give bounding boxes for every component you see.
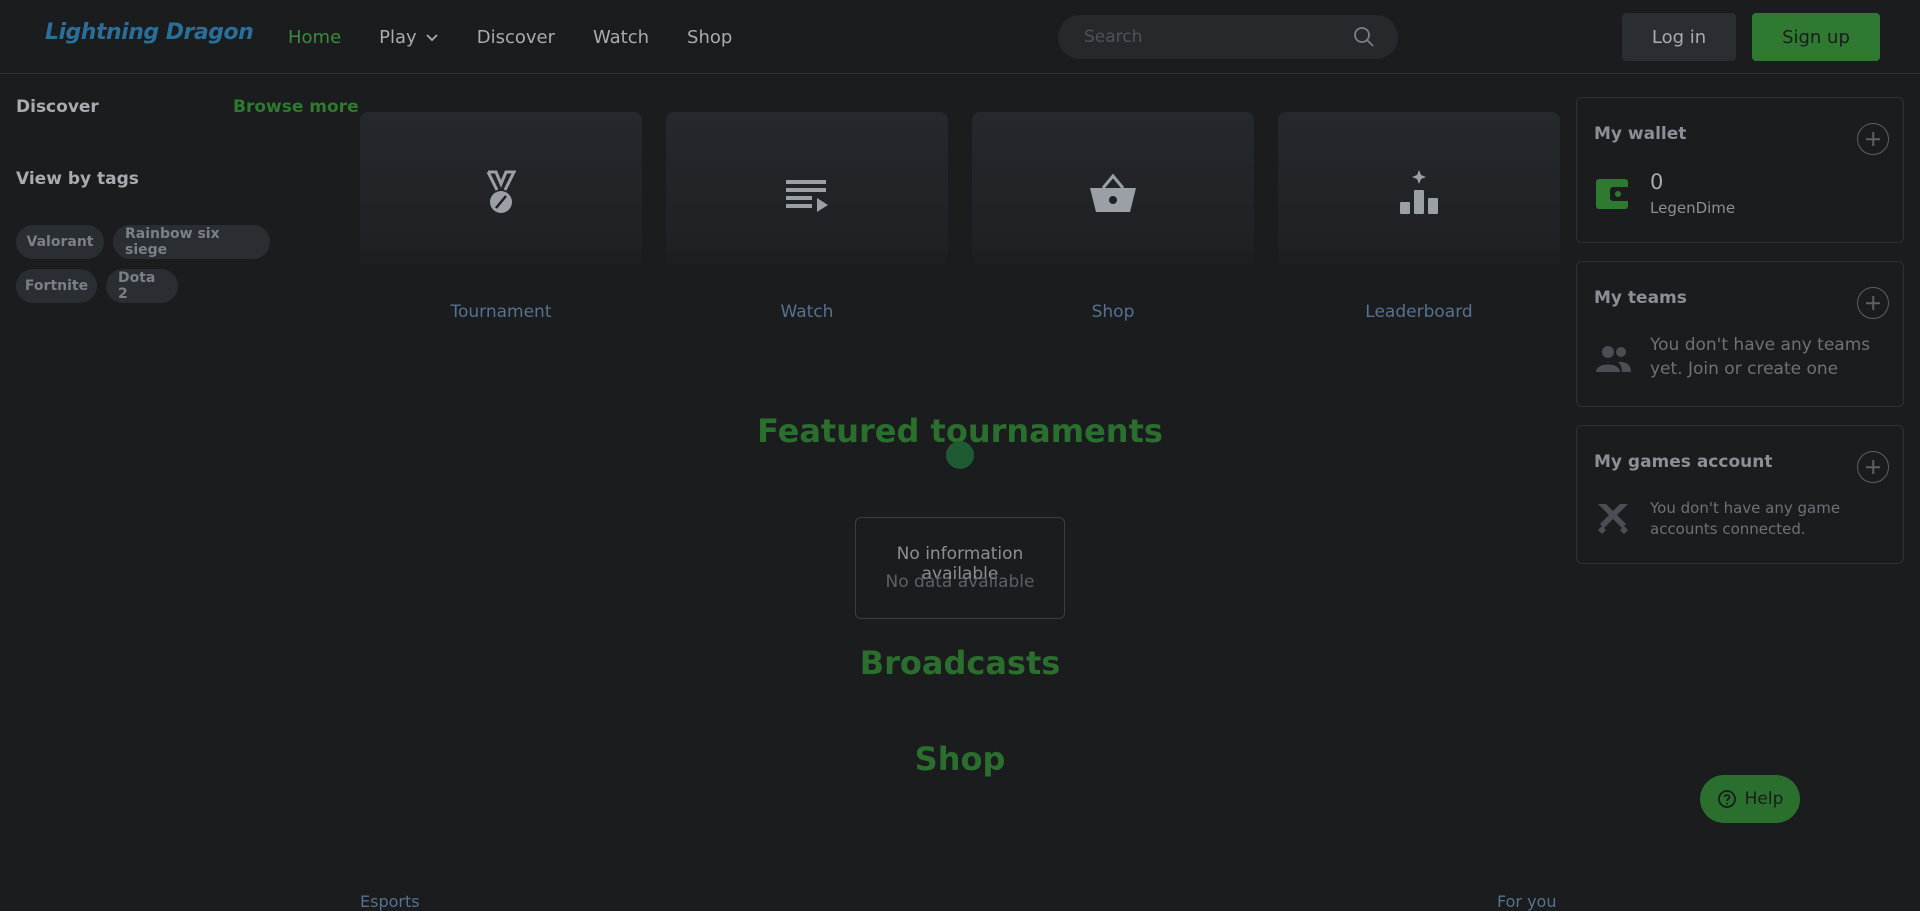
people-icon — [1596, 346, 1631, 372]
tag-rainbow-six-siege[interactable]: Rainbow six siege — [113, 225, 270, 259]
wallet-title: My wallet — [1594, 124, 1687, 144]
games-account-panel: My games account You don't have any game… — [1576, 425, 1904, 564]
chevron-down-icon — [426, 34, 438, 42]
nav-shop-label: Shop — [687, 26, 733, 48]
shop-section-title: Shop — [914, 740, 1006, 778]
tile-shop-label: Shop — [1091, 302, 1135, 322]
question-circle-icon — [1717, 790, 1736, 808]
no-data-box: No information available No data availab… — [855, 517, 1065, 619]
tag-dota-2[interactable]: Dota 2 — [106, 269, 178, 303]
wallet-icon — [1596, 179, 1630, 209]
sidebar-discover-title: Discover — [16, 97, 99, 117]
search-bar — [1058, 15, 1398, 59]
games-account-title: My games account — [1594, 452, 1773, 472]
nav-watch[interactable]: Watch — [593, 27, 649, 48]
tag-fortnite[interactable]: Fortnite — [16, 269, 97, 303]
nav-home-label: Home — [288, 26, 342, 48]
footer-esports: Esports — [360, 892, 420, 911]
basket-icon — [1090, 173, 1136, 212]
crossed-swords-icon — [1598, 504, 1628, 534]
tile-watch[interactable]: Watch — [666, 112, 948, 327]
tile-shop[interactable]: Shop — [972, 112, 1254, 327]
tile-leaderboard[interactable]: Leaderboard — [1278, 112, 1560, 327]
add-game-account-button[interactable] — [1857, 451, 1889, 483]
browse-more-link[interactable]: Browse more — [233, 97, 359, 117]
playlist-icon — [786, 180, 828, 212]
help-label: Help — [1744, 789, 1784, 809]
podium-icon — [1400, 170, 1438, 214]
nav-shop[interactable]: Shop — [687, 27, 732, 48]
loading-indicator — [946, 441, 974, 469]
signup-button[interactable]: Sign up — [1752, 13, 1880, 61]
teams-title: My teams — [1594, 288, 1687, 308]
games-account-message: You don't have any game accounts connect… — [1650, 499, 1841, 538]
tag-valorant[interactable]: Valorant — [16, 225, 104, 259]
add-team-button[interactable] — [1857, 287, 1889, 319]
help-button[interactable]: Help — [1700, 775, 1800, 823]
tile-watch-label: Watch — [780, 302, 834, 322]
nav-home[interactable]: Home — [288, 27, 341, 48]
tile-leaderboard-label: Leaderboard — [1365, 302, 1473, 322]
search-input[interactable] — [1084, 27, 1352, 47]
add-wallet-button[interactable] — [1857, 123, 1889, 155]
top-header: Lightning Dragon Home Play Discover Watc… — [0, 0, 1920, 74]
site-logo[interactable]: Lightning Dragon — [45, 20, 254, 45]
search-icon[interactable] — [1352, 25, 1376, 49]
nav-discover[interactable]: Discover — [477, 27, 555, 48]
nav-discover-label: Discover — [476, 26, 555, 48]
tile-tournament[interactable]: Tournament — [360, 112, 642, 327]
main-nav: Home Play Discover Watch Shop — [288, 0, 770, 74]
no-data-text: No data available — [885, 572, 1035, 592]
view-by-tags-title: View by tags — [16, 169, 139, 189]
footer-for-you: For you — [1497, 892, 1557, 911]
medal-icon — [486, 170, 517, 213]
wallet-unit: LegenDime — [1650, 199, 1736, 217]
teams-panel: My teams You don't have any teams yet. J… — [1576, 261, 1904, 407]
login-button[interactable]: Log in — [1622, 13, 1736, 61]
nav-play-label: Play — [379, 26, 417, 48]
wallet-amount: 0 — [1650, 170, 1664, 194]
broadcasts-title: Broadcasts — [859, 644, 1061, 682]
teams-message: You don't have any teams yet. Join or cr… — [1650, 335, 1871, 379]
nav-play[interactable]: Play — [379, 27, 439, 48]
wallet-panel: My wallet 0 LegenDime — [1576, 97, 1904, 243]
tile-tournament-label: Tournament — [450, 302, 552, 322]
nav-watch-label: Watch — [592, 26, 650, 48]
